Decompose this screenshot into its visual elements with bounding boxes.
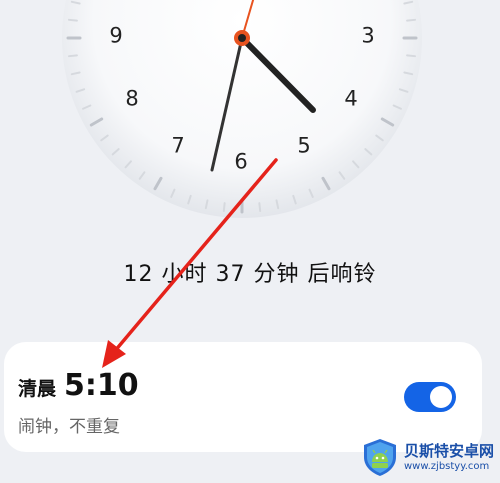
clock-tick: [67, 18, 78, 22]
alarm-description: 闹钟，不重复: [18, 417, 120, 437]
clock-tick: [67, 54, 78, 58]
clock-app-screen: 9 3 8 4 7 6 5 12 小时 37 分钟 后响铃 清晨 5:10 闹钟…: [0, 0, 500, 483]
toggle-knob: [430, 386, 452, 408]
watermark-url: www.zjbstyy.com: [404, 460, 490, 472]
clock-numeral-8: 8: [125, 86, 139, 111]
clock-tick: [406, 54, 417, 58]
alarm-period-label: 清晨: [18, 378, 57, 400]
clock-numeral-6: 6: [234, 149, 248, 174]
clock-face-svg: [62, 0, 422, 218]
analog-clock: 9 3 8 4 7 6 5: [0, 0, 500, 240]
clock-numeral-7: 7: [171, 133, 185, 158]
clock-tick: [222, 202, 226, 213]
android-shield-logo-icon: [364, 439, 396, 476]
time-until-alarm-text: 12 小时 37 分钟 后响铃: [123, 262, 377, 287]
clock-numeral-9: 9: [109, 23, 123, 48]
clock-tick: [406, 18, 417, 22]
clock-tick: [258, 202, 262, 213]
alarm-time: 5:10: [64, 368, 139, 403]
watermark-text: 贝斯特安卓网 www.zjbstyy.com: [404, 442, 494, 473]
clock-numeral-5: 5: [297, 133, 311, 158]
alarm-time-row: 清晨 5:10: [18, 368, 139, 403]
watermark-title: 贝斯特安卓网: [404, 441, 495, 460]
clock-center-inner: [238, 34, 246, 42]
clock-numeral-4: 4: [344, 86, 358, 111]
alarm-toggle-switch[interactable]: [404, 382, 456, 412]
clock-numeral-3: 3: [361, 23, 375, 48]
site-watermark: 贝斯特安卓网 www.zjbstyy.com: [360, 434, 500, 480]
